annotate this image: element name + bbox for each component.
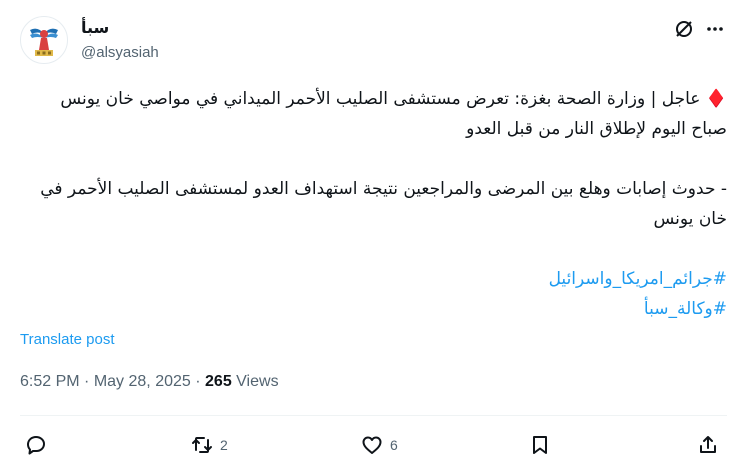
like-count: 6 [390, 437, 398, 453]
saba-agency-logo-icon [30, 28, 58, 56]
bookmark-icon [533, 436, 547, 454]
heart-icon [362, 436, 382, 454]
views-count: 265 [205, 373, 232, 390]
divider [20, 415, 727, 416]
more-options-icon[interactable] [704, 18, 726, 40]
translate-post-link[interactable]: Translate post [20, 331, 115, 348]
meta-separator: · [84, 373, 90, 390]
display-name[interactable]: سبأ [81, 18, 109, 37]
reply-button[interactable] [24, 428, 48, 462]
post-date[interactable]: May 28, 2025 [94, 373, 191, 390]
post-card: سبأ @alsyasiah ♦️ عاجل | وزارة الصحة بغز… [0, 0, 747, 475]
avatar[interactable] [20, 16, 68, 64]
post-meta: 6:52 PM · May 28, 2025 · 265 Views [20, 373, 279, 391]
post-time[interactable]: 6:52 PM [20, 373, 80, 390]
reply-icon [27, 436, 45, 455]
share-button[interactable] [696, 428, 720, 462]
detail-paragraph: - حدوث إصابات وهلع بين المرضى والمراجعين… [40, 179, 727, 229]
repost-icon [192, 437, 212, 453]
share-icon [700, 436, 716, 453]
headline-paragraph: ♦️ عاجل | وزارة الصحة بغزة: تعرض مستشفى … [20, 84, 727, 144]
hashtag-link[interactable]: #جرائم_امريكا_واسرائيل [549, 269, 727, 289]
grok-icon[interactable] [673, 18, 695, 40]
meta-separator: · [195, 373, 201, 390]
post-text: ♦️ عاجل | وزارة الصحة بغزة: تعرض مستشفى … [20, 84, 727, 324]
user-handle[interactable]: @alsyasiah [81, 44, 159, 61]
like-button[interactable]: 6 [360, 428, 398, 462]
grok-glyph-icon [676, 21, 692, 37]
repost-count: 2 [220, 437, 228, 453]
bookmark-button[interactable] [528, 428, 552, 462]
ellipsis-icon [707, 27, 723, 31]
repost-button[interactable]: 2 [190, 428, 228, 462]
views-label: Views [236, 373, 279, 390]
red-diamond-icon: ♦️ [705, 89, 727, 109]
action-bar: 2 6 [20, 428, 727, 462]
hashtag-link[interactable]: #وكالة_سبأ [644, 299, 727, 319]
headline-text: عاجل | وزارة الصحة بغزة: تعرض مستشفى الص… [60, 89, 727, 139]
